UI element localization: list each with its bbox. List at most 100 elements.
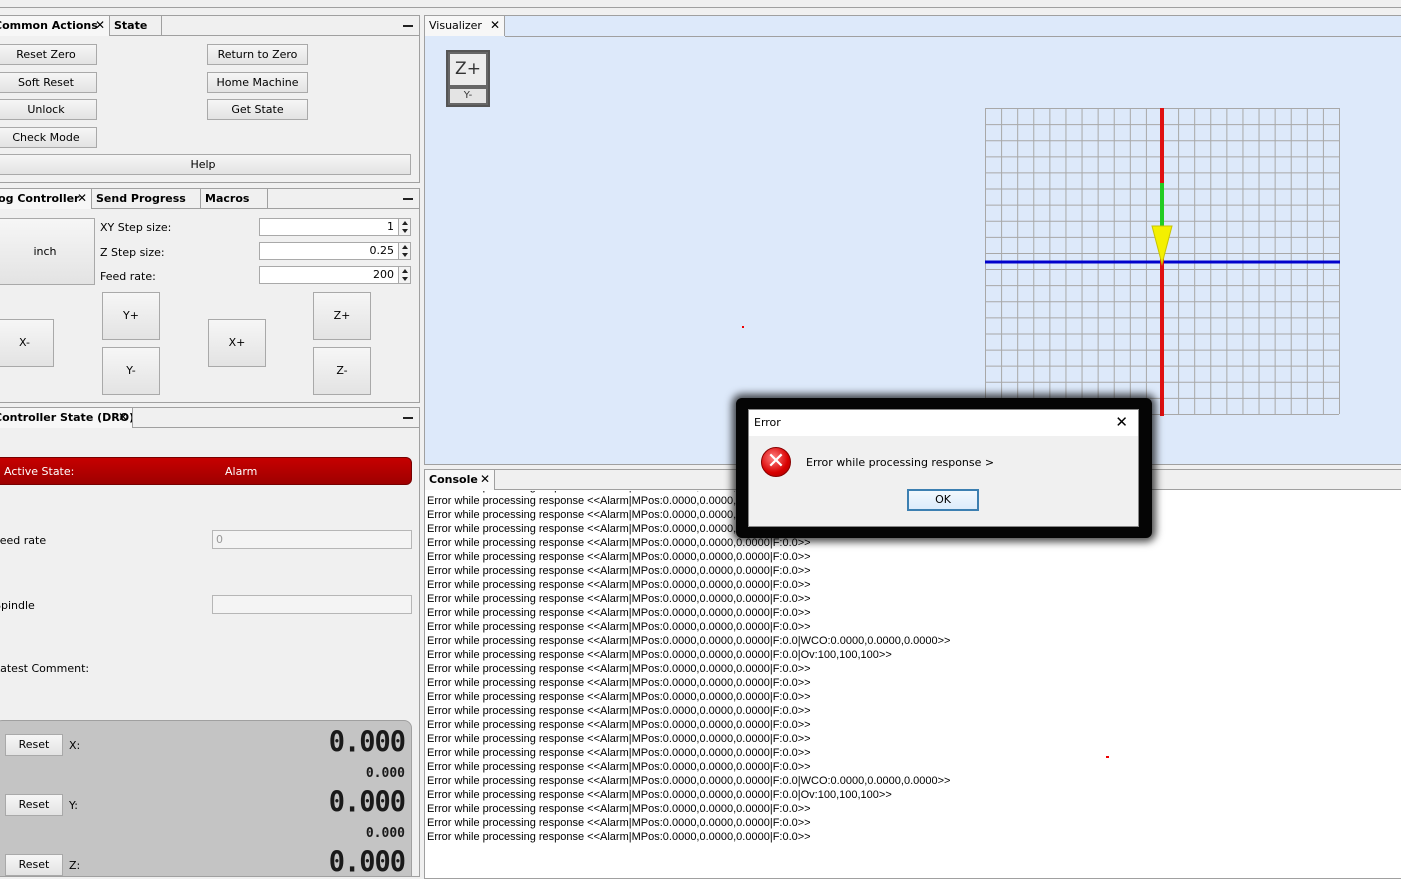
xy-step-label: XY Step size: bbox=[100, 221, 172, 234]
tab-label: Jog Controller bbox=[0, 192, 80, 205]
feed-rate-dro-field: 0 bbox=[212, 530, 412, 549]
console-line: Error while processing response <<Alarm|… bbox=[427, 803, 811, 815]
dro-readout-area: Reset X: 0.000 0.000 Reset Y: 0.000 0.00… bbox=[0, 720, 412, 877]
spinner-icon[interactable] bbox=[398, 267, 410, 283]
close-icon[interactable]: ✕ bbox=[95, 16, 105, 35]
z-step-label: Z Step size: bbox=[100, 246, 165, 259]
close-icon[interactable]: ✕ bbox=[1115, 413, 1128, 431]
red-dot-marker bbox=[1106, 756, 1109, 758]
jog-y-minus-button[interactable]: Y- bbox=[102, 347, 160, 395]
z-axis-label: Z: bbox=[69, 859, 81, 872]
spindle-field bbox=[212, 595, 412, 614]
dialog-title: Error bbox=[754, 416, 781, 429]
soft-reset-button[interactable]: Soft Reset bbox=[0, 72, 97, 93]
console-line: Error while processing response <<Alarm|… bbox=[427, 747, 811, 759]
jog-x-minus-button[interactable]: X- bbox=[0, 319, 54, 367]
console-line: Error while processing response <<Alarm|… bbox=[427, 761, 811, 773]
reset-y-button[interactable]: Reset bbox=[5, 794, 63, 816]
orientation-cube[interactable]: Z+ Y- bbox=[446, 50, 490, 107]
reset-x-button[interactable]: Reset bbox=[5, 734, 63, 756]
y-work-position: 0.000 bbox=[328, 786, 406, 819]
close-icon[interactable]: ✕ bbox=[118, 408, 128, 427]
visualizer-tabstrip: Visualizer ✕ bbox=[425, 16, 505, 36]
spinner-icon[interactable] bbox=[398, 219, 410, 235]
console-line: Error while processing response <<Alarm|… bbox=[427, 705, 811, 717]
console-line: Error while processing response <<Alarm|… bbox=[427, 733, 811, 745]
unit-toggle-button[interactable]: inch bbox=[0, 218, 95, 285]
tabstrip-line bbox=[505, 36, 1401, 37]
check-mode-button[interactable]: Check Mode bbox=[0, 127, 97, 148]
z-work-position: 0.000 bbox=[328, 846, 406, 877]
feed-rate-value: 200 bbox=[373, 268, 394, 281]
jog-z-minus-button[interactable]: Z- bbox=[313, 347, 371, 395]
tab-jog-controller[interactable]: Jog Controller ✕ bbox=[0, 189, 92, 209]
dro-panel: Controller State (DRO) ✕ Active State: A… bbox=[0, 407, 420, 877]
tool-position-marker bbox=[1151, 225, 1173, 266]
tab-label: Macros bbox=[205, 192, 250, 205]
dro-tabstrip: Controller State (DRO) ✕ bbox=[0, 408, 419, 428]
close-icon[interactable]: ✕ bbox=[77, 189, 87, 208]
x-axis-label: X: bbox=[69, 739, 81, 752]
return-to-zero-button[interactable]: Return to Zero bbox=[207, 44, 308, 65]
reset-z-button[interactable]: Reset bbox=[5, 854, 63, 876]
console-line: Error while processing response <<Alarm|… bbox=[427, 565, 811, 577]
jog-y-plus-button[interactable]: Y+ bbox=[102, 292, 160, 340]
x-work-position: 0.000 bbox=[328, 726, 406, 759]
tab-visualizer[interactable]: Visualizer ✕ bbox=[425, 16, 505, 36]
top-menu-strip bbox=[0, 0, 1401, 8]
minimize-icon[interactable] bbox=[403, 25, 413, 27]
tab-state[interactable]: State bbox=[110, 16, 162, 36]
tab-macros[interactable]: Macros bbox=[201, 189, 268, 209]
help-button[interactable]: Help bbox=[0, 154, 411, 175]
tab-common-actions[interactable]: Common Actions ✕ bbox=[0, 16, 110, 36]
console-line: Error while processing response <<Alarm|… bbox=[427, 649, 892, 661]
spindle-label: Spindle bbox=[0, 599, 35, 612]
dialog-titlebar: Error ✕ bbox=[749, 410, 1138, 436]
red-dot-marker bbox=[742, 326, 744, 328]
home-machine-button[interactable]: Home Machine bbox=[207, 72, 308, 93]
latest-comment-label: Latest Comment: bbox=[0, 662, 90, 675]
feed-rate-label: Feed rate: bbox=[100, 270, 156, 283]
ok-button[interactable]: OK bbox=[907, 489, 979, 511]
dialog-message: Error while processing response > bbox=[806, 456, 995, 469]
console-line: Error while processing response <<Alarm|… bbox=[427, 579, 811, 591]
feed-rate-dro-label: Feed rate bbox=[0, 534, 47, 547]
jog-z-plus-button[interactable]: Z+ bbox=[313, 292, 371, 340]
active-state-value: Alarm bbox=[225, 465, 258, 478]
unlock-button[interactable]: Unlock bbox=[0, 99, 97, 120]
xy-step-input[interactable]: 1 bbox=[259, 218, 411, 236]
tab-label: Send Progress bbox=[96, 192, 186, 205]
tab-send-progress[interactable]: Send Progress bbox=[92, 189, 201, 209]
minimize-icon[interactable] bbox=[403, 198, 413, 200]
y-machine-position: 0.000 bbox=[365, 826, 405, 841]
tab-label: State bbox=[114, 19, 148, 32]
console-text: Error while processing response <<Alarm|… bbox=[427, 491, 1401, 878]
console-line: Error while processing response <<Alarm|… bbox=[427, 831, 811, 843]
spinner-icon[interactable] bbox=[398, 243, 410, 259]
cube-top-face: Z+ bbox=[450, 54, 486, 85]
jog-tabstrip: Jog Controller ✕ Send Progress Macros bbox=[0, 189, 419, 209]
console-output[interactable]: Error while processing response <<Alarm|… bbox=[425, 491, 1401, 878]
reset-zero-button[interactable]: Reset Zero bbox=[0, 44, 97, 65]
z-step-input[interactable]: 0.25 bbox=[259, 242, 411, 260]
minimize-icon[interactable] bbox=[403, 417, 413, 419]
console-line: Error while processing response <<Alarm|… bbox=[427, 789, 892, 801]
feed-rate-input[interactable]: 200 bbox=[259, 266, 411, 284]
console-line: Error while processing response <<Alarm|… bbox=[427, 775, 951, 787]
close-icon[interactable]: ✕ bbox=[490, 16, 500, 35]
z-step-value: 0.25 bbox=[369, 244, 395, 257]
get-state-button[interactable]: Get State bbox=[207, 99, 308, 120]
console-line: Error while processing response <<Alarm|… bbox=[427, 635, 951, 647]
active-state-label: Active State: bbox=[4, 465, 75, 478]
jog-x-plus-button[interactable]: X+ bbox=[208, 319, 266, 367]
tab-console[interactable]: Console ✕ bbox=[425, 470, 495, 490]
console-line: Error while processing response <<Alarm|… bbox=[427, 691, 811, 703]
tab-label: Controller State (DRO) bbox=[0, 411, 133, 424]
tab-controller-state[interactable]: Controller State (DRO) ✕ bbox=[0, 408, 133, 428]
x-machine-position: 0.000 bbox=[365, 766, 405, 781]
close-icon[interactable]: ✕ bbox=[480, 470, 490, 489]
console-line: Error while processing response <<Alarm|… bbox=[427, 607, 811, 619]
common-actions-panel: Common Actions ✕ State Reset Zero Return… bbox=[0, 15, 420, 183]
console-line: Error while processing response <<Alarm|… bbox=[427, 663, 811, 675]
console-line: Error while processing response <<Alarm|… bbox=[427, 817, 811, 829]
